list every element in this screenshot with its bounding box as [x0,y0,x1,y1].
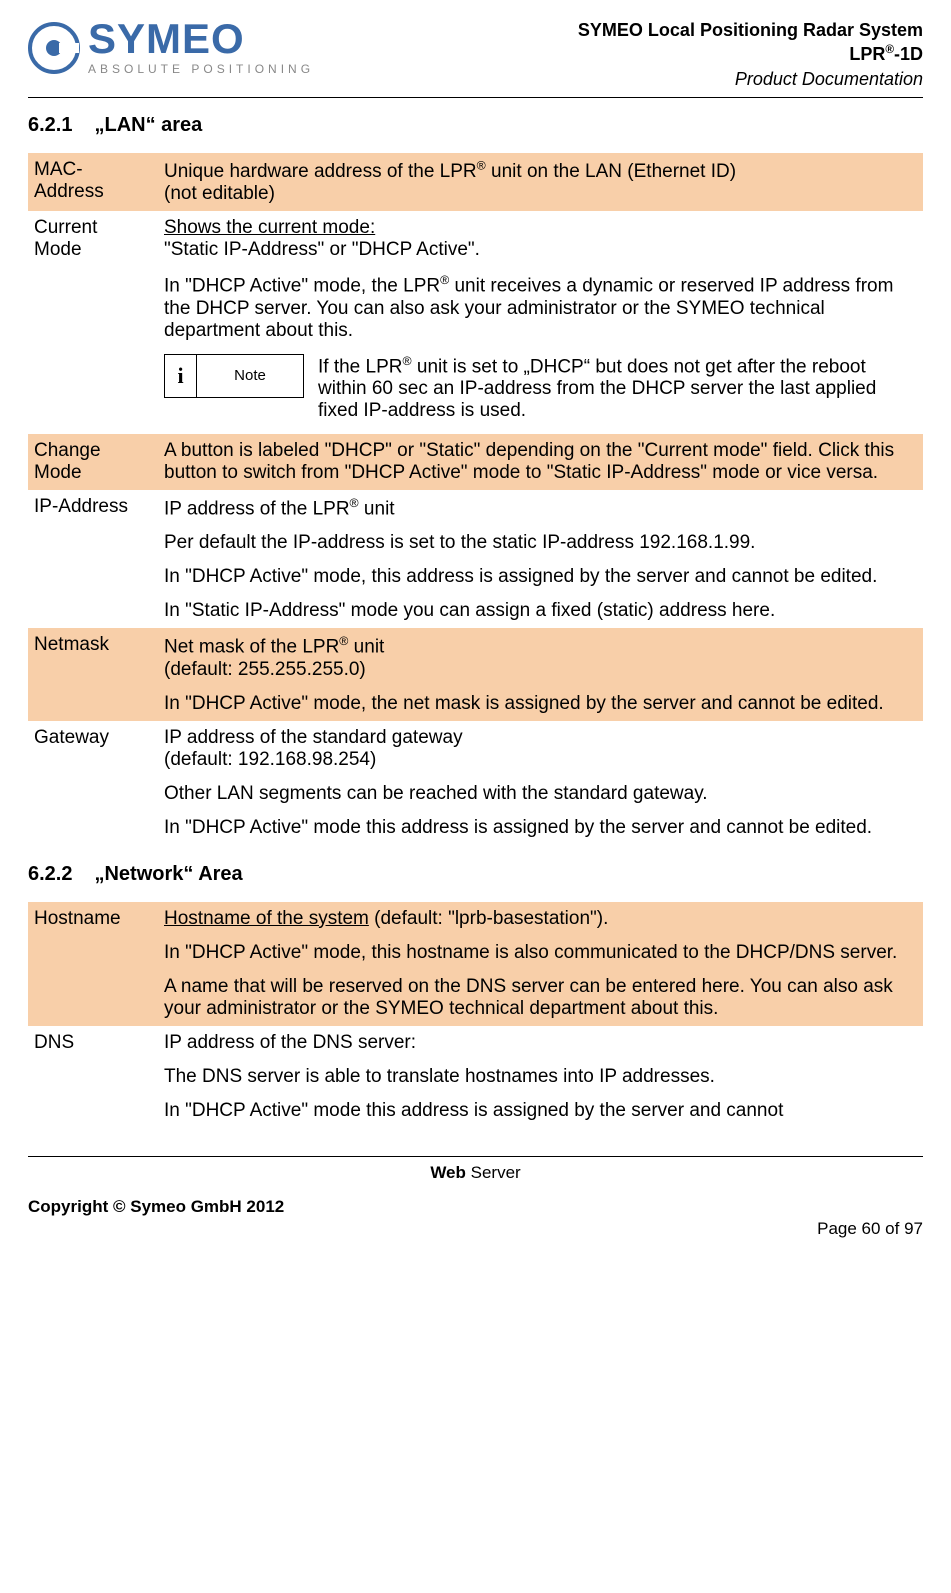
desc: A button is labeled "DHCP" or "Static" d… [158,434,923,490]
row-dns: DNS IP address of the DNS server: The DN… [28,1026,923,1128]
doc-title-line2: LPR®-1D [578,42,923,66]
desc: IP address of the LPR® unit Per default … [158,490,923,628]
copyright: Copyright © Symeo GmbH 2012 [28,1197,284,1239]
row-mac-address: MAC-Address Unique hardware address of t… [28,153,923,211]
term: Current Mode [28,211,158,434]
note-label: Note [197,355,303,397]
row-current-mode: Current Mode Shows the current mode: "St… [28,211,923,434]
term: DNS [28,1026,158,1128]
desc: Net mask of the LPR® unit(default: 255.2… [158,628,923,720]
section-heading-lan: 6.2.1„LAN“ area [28,114,923,137]
logo-icon [28,22,80,74]
page-footer: Web Server Copyright © Symeo GmbH 2012 P… [28,1156,923,1239]
network-table: Hostname Hostname of the system (default… [28,902,923,1128]
info-icon: i [165,355,197,397]
lan-table: MAC-Address Unique hardware address of t… [28,153,923,845]
term: Change Mode [28,434,158,490]
desc: Shows the current mode: "Static IP-Addre… [158,211,923,434]
footer-section-title: Web Server [28,1163,923,1183]
row-netmask: Netmask Net mask of the LPR® unit(defaul… [28,628,923,720]
doc-title-line3: Product Documentation [578,67,923,91]
note-box: i Note [164,354,304,398]
desc: Hostname of the system (default: "lprb-b… [158,902,923,1026]
section-heading-network: 6.2.2„Network“ Area [28,863,923,886]
desc: Unique hardware address of the LPR® unit… [158,153,923,211]
note-text: If the LPR® unit is set to „DHCP“ but do… [318,354,915,422]
row-hostname: Hostname Hostname of the system (default… [28,902,923,1026]
page-header: SYMEO ABSOLUTE POSITIONING SYMEO Local P… [28,18,923,98]
desc: IP address of the standard gateway(defau… [158,721,923,845]
doc-title-block: SYMEO Local Positioning Radar System LPR… [578,18,923,91]
desc: IP address of the DNS server: The DNS se… [158,1026,923,1128]
doc-title-line1: SYMEO Local Positioning Radar System [578,18,923,42]
brand-name: SYMEO [88,18,314,60]
page-number: Page 60 of 97 [817,1219,923,1239]
term: Hostname [28,902,158,1026]
term: Gateway [28,721,158,845]
term: IP-Address [28,490,158,628]
term: Netmask [28,628,158,720]
term: MAC-Address [28,153,158,211]
brand-tagline: ABSOLUTE POSITIONING [88,62,314,76]
row-gateway: Gateway IP address of the standard gatew… [28,721,923,845]
logo: SYMEO ABSOLUTE POSITIONING [28,18,314,76]
row-ip-address: IP-Address IP address of the LPR® unit P… [28,490,923,628]
row-change-mode: Change Mode A button is labeled "DHCP" o… [28,434,923,490]
